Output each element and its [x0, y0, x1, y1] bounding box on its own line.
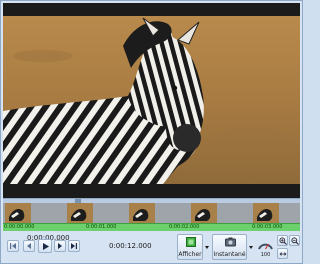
- previous-frame-button[interactable]: [23, 240, 35, 252]
- play-button[interactable]: [38, 239, 52, 253]
- afficher-button[interactable]: Afficher: [177, 234, 203, 260]
- instantane-dropdown-chevron-icon[interactable]: [248, 234, 254, 260]
- letterbox-top: [3, 3, 300, 16]
- player-window: 0:00:00.000 0:00:01.000 0:00:02.000 0:00…: [0, 0, 303, 264]
- instantane-button[interactable]: Instantané: [212, 234, 247, 260]
- timeline-thumbnail: [67, 203, 93, 223]
- timeline-thumbnail: [253, 203, 279, 223]
- zoom-in-button[interactable]: [277, 235, 288, 246]
- camera-icon: [225, 237, 236, 247]
- next-frame-button[interactable]: [54, 240, 66, 252]
- timeline-thumbnail: [191, 203, 217, 223]
- timeline-ruler[interactable]: 0:00:00.000 0:00:01.000 0:00:02.000 0:00…: [3, 223, 300, 231]
- timeline-thumbnail: [129, 203, 155, 223]
- speed-control[interactable]: 100: [257, 236, 274, 258]
- skip-to-end-icon: [71, 243, 77, 249]
- play-icon: [42, 242, 49, 250]
- ruler-label: 0:00:00.000: [4, 224, 35, 230]
- letterbox-bottom: [3, 184, 300, 198]
- zoom-in-icon: [278, 236, 287, 245]
- last-frame-button[interactable]: [68, 240, 80, 252]
- speed-label: 100: [260, 252, 271, 258]
- first-frame-button[interactable]: [7, 240, 19, 252]
- fit-width-icon: [279, 251, 286, 256]
- video-preview[interactable]: [3, 3, 300, 198]
- zoom-out-button[interactable]: [289, 235, 300, 246]
- afficher-dropdown-chevron-icon[interactable]: [204, 234, 210, 260]
- duration-time: 0:00:12.000: [109, 242, 152, 250]
- ruler-label: 0:00:03.000: [252, 224, 283, 230]
- step-back-icon: [27, 243, 31, 249]
- ruler-label: 0:00:01.000: [86, 224, 117, 230]
- thumbnail-strip[interactable]: [3, 203, 300, 223]
- instantane-label: Instantané: [213, 251, 246, 258]
- afficher-label: Afficher: [178, 251, 202, 258]
- skip-to-start-icon: [10, 243, 16, 249]
- green-view-icon: [186, 237, 196, 247]
- timeline-thumbnail: [5, 203, 31, 223]
- step-forward-icon: [58, 243, 62, 249]
- playback-controls: 0:00:00.000 0:00:12.000 Afficher Instant…: [3, 231, 300, 263]
- zoom-out-icon: [290, 236, 299, 245]
- fit-width-button[interactable]: [277, 248, 288, 259]
- speedometer-icon: [258, 243, 273, 250]
- video-frame-zebra: [3, 16, 300, 184]
- ruler-label: 0:00:02.000: [169, 224, 200, 230]
